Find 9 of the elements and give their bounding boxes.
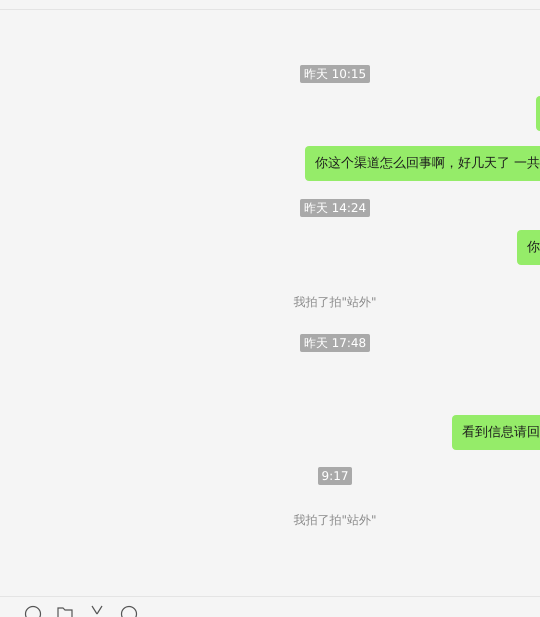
message-bubble: 看到信息请回 xyxy=(452,415,540,450)
timestamp: 9:17 xyxy=(318,467,352,485)
system-notice: 我拍了拍"站外" xyxy=(293,295,377,309)
message-bubble: 你 xyxy=(517,230,540,265)
message-bubble: 你这个渠道怎么回事啊，好几天了 一共 xyxy=(304,146,540,181)
timestamp: 昨天 10:15 xyxy=(300,65,370,83)
timestamp: 昨天 14:24 xyxy=(300,199,370,217)
system-notice: 我拍了拍"站外" xyxy=(293,513,377,527)
timestamp: 昨天 17:48 xyxy=(300,334,370,352)
